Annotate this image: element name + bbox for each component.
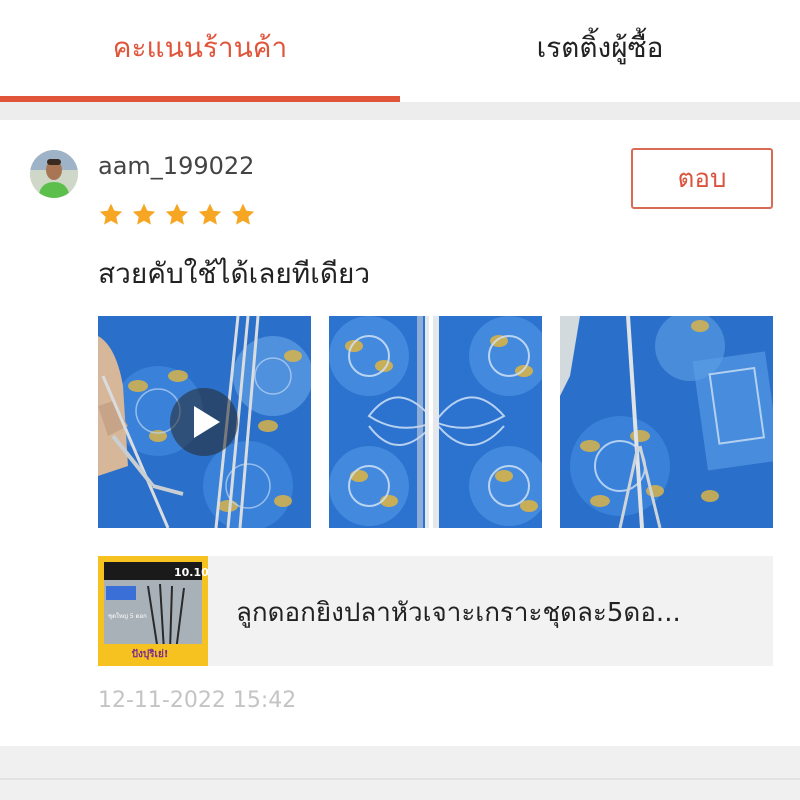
rating-tabs: คะแนนร้านค้า เรตติ้งผู้ซื้อ bbox=[0, 0, 800, 102]
star-icon bbox=[198, 203, 222, 225]
review-image-thumbnail[interactable] bbox=[329, 316, 542, 528]
review-timestamp: 12-11-2022 15:42 bbox=[98, 688, 297, 713]
reviewer-username: aam_199022 bbox=[98, 152, 255, 180]
reply-button[interactable]: ตอบ bbox=[631, 148, 773, 209]
tab-buyer-rating[interactable]: เรตติ้งผู้ซื้อ bbox=[400, 0, 800, 102]
product-name: ลูกดอกยิงปลาหัวเจาะเกราะชุดละ5ดอ... bbox=[236, 598, 681, 628]
tab-shop-rating[interactable]: คะแนนร้านค้า bbox=[0, 0, 400, 102]
divider-line bbox=[0, 778, 800, 780]
review-card: aam_199022 ตอบ สวยคับใช้ได้เลยทีเดียว 10… bbox=[0, 120, 800, 746]
product-thumb-banner: ปังปุริเย่! bbox=[132, 648, 169, 660]
star-icon bbox=[132, 203, 156, 225]
review-comment: สวยคับใช้ได้เลยทีเดียว bbox=[98, 257, 371, 290]
review-image-thumbnail[interactable] bbox=[560, 316, 773, 528]
avatar[interactable] bbox=[30, 150, 78, 198]
rating-stars bbox=[98, 202, 256, 228]
reviewed-product-card[interactable]: 10.10 ชุดใหญ่ 5 ดอก ปังปุริเย่! ลูกดอกยิ… bbox=[98, 556, 773, 666]
star-icon bbox=[231, 203, 255, 225]
product-thumbnail: 10.10 ชุดใหญ่ 5 ดอก ปังปุริเย่! bbox=[98, 556, 208, 666]
product-thumb-badge: 10.10 bbox=[174, 566, 208, 579]
tab-buyer-rating-label: เรตติ้งผู้ซื้อ bbox=[536, 31, 664, 64]
product-thumb-caption: ชุดใหญ่ 5 ดอก bbox=[108, 612, 147, 620]
star-icon bbox=[99, 203, 123, 225]
review-video-thumbnail[interactable] bbox=[98, 316, 311, 528]
star-icon bbox=[165, 203, 189, 225]
tab-shop-rating-label: คะแนนร้านค้า bbox=[112, 31, 288, 64]
section-divider bbox=[0, 102, 800, 120]
section-divider bbox=[0, 746, 800, 800]
reply-button-label: ตอบ bbox=[677, 164, 727, 194]
